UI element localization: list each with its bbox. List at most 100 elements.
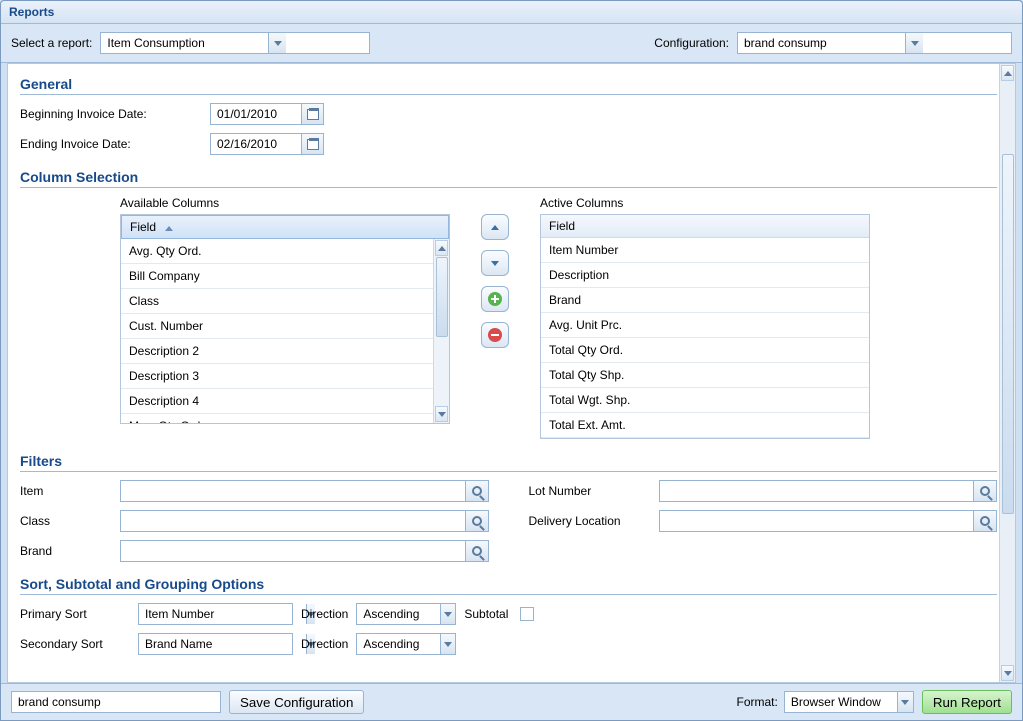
available-column-row[interactable]: Description 4	[121, 389, 433, 414]
report-select-arrow[interactable]	[268, 33, 286, 53]
config-name-input[interactable]	[11, 691, 221, 713]
available-column-row[interactable]: Max. Qty Ord.	[121, 414, 433, 423]
filter-class-field[interactable]	[120, 510, 489, 532]
secondary-sort-label: Secondary Sort	[20, 637, 130, 651]
secondary-direction-arrow[interactable]	[440, 634, 455, 654]
ending-date-input[interactable]	[211, 137, 301, 151]
content-scrollbar[interactable]	[999, 64, 1015, 682]
report-select[interactable]	[100, 32, 370, 54]
secondary-direction-field[interactable]	[356, 633, 456, 655]
filter-delivery-input[interactable]	[659, 510, 974, 532]
available-column-row[interactable]: Description 3	[121, 364, 433, 389]
format-select-arrow[interactable]	[897, 692, 913, 712]
subtotal-checkbox[interactable]	[520, 607, 534, 621]
primary-sort-field[interactable]	[138, 603, 293, 625]
move-up-button[interactable]	[481, 214, 509, 240]
filter-lot-field[interactable]	[659, 480, 998, 502]
chevron-down-icon	[911, 41, 919, 46]
beginning-date-picker-button[interactable]	[301, 104, 323, 124]
search-icon	[980, 516, 990, 526]
section-general: General	[20, 70, 997, 95]
secondary-sort-input[interactable]	[139, 634, 306, 654]
remove-column-button[interactable]	[481, 322, 509, 348]
active-column-row[interactable]: Description	[541, 263, 869, 288]
chevron-down-icon	[444, 642, 452, 647]
add-column-button[interactable]	[481, 286, 509, 312]
filter-lot-label: Lot Number	[529, 484, 659, 498]
format-label: Format:	[736, 695, 777, 709]
ending-date-picker-button[interactable]	[301, 134, 323, 154]
filter-brand-lookup-button[interactable]	[465, 540, 489, 562]
beginning-date-input[interactable]	[211, 107, 301, 121]
minus-icon	[488, 328, 502, 342]
active-column-row[interactable]: Total Ext. Amt.	[541, 413, 869, 438]
available-columns-scrollbar[interactable]	[433, 239, 449, 423]
available-column-row[interactable]: Avg. Qty Ord.	[121, 239, 433, 264]
scroll-down-button[interactable]	[435, 406, 448, 422]
search-icon	[980, 486, 990, 496]
available-columns-grid: Field Avg. Qty Ord.Bill CompanyClassCust…	[120, 214, 450, 424]
content-scroll-thumb[interactable]	[1002, 154, 1014, 514]
filter-class-input[interactable]	[120, 510, 465, 532]
available-column-row[interactable]: Description 2	[121, 339, 433, 364]
active-columns-field-header[interactable]: Field	[541, 215, 869, 238]
filter-class-lookup-button[interactable]	[465, 510, 489, 532]
secondary-sort-field[interactable]	[138, 633, 293, 655]
select-report-label: Select a report:	[11, 36, 100, 50]
filter-item-lookup-button[interactable]	[465, 480, 489, 502]
filter-delivery-lookup-button[interactable]	[973, 510, 997, 532]
active-column-row[interactable]: Avg. Unit Prc.	[541, 313, 869, 338]
section-filters: Filters	[20, 447, 997, 472]
active-column-row[interactable]: Brand	[541, 288, 869, 313]
beginning-date-label: Beginning Invoice Date:	[20, 107, 210, 121]
secondary-direction-input[interactable]	[357, 634, 440, 654]
run-report-button[interactable]: Run Report	[922, 690, 1012, 714]
format-select[interactable]	[784, 691, 914, 713]
reports-window: Reports Select a report: Configuration: …	[0, 0, 1023, 721]
calendar-icon	[307, 139, 319, 150]
configuration-select-input[interactable]	[738, 33, 905, 53]
filter-class-label: Class	[20, 514, 120, 528]
primary-direction-arrow[interactable]	[440, 604, 455, 624]
beginning-date-field[interactable]	[210, 103, 324, 125]
active-column-row[interactable]: Total Wgt. Shp.	[541, 388, 869, 413]
move-down-button[interactable]	[481, 250, 509, 276]
filter-lot-lookup-button[interactable]	[973, 480, 997, 502]
content-scroll-down[interactable]	[1001, 665, 1014, 681]
available-columns-label: Available Columns	[120, 196, 450, 210]
search-icon	[472, 486, 482, 496]
configuration-select-arrow[interactable]	[905, 33, 923, 53]
active-columns-label: Active Columns	[540, 196, 870, 210]
filter-item-input[interactable]	[120, 480, 465, 502]
filter-brand-input[interactable]	[120, 540, 465, 562]
scroll-up-button[interactable]	[435, 240, 448, 256]
active-column-row[interactable]: Item Number	[541, 238, 869, 263]
report-select-input[interactable]	[101, 33, 268, 53]
scroll-thumb[interactable]	[436, 257, 448, 337]
available-columns-field-header[interactable]: Field	[121, 215, 449, 239]
available-column-row[interactable]: Cust. Number	[121, 314, 433, 339]
section-columns: Column Selection	[20, 163, 997, 188]
chevron-down-icon	[274, 41, 282, 46]
format-select-input[interactable]	[785, 692, 897, 712]
filter-item-field[interactable]	[120, 480, 489, 502]
filter-brand-field[interactable]	[120, 540, 489, 562]
calendar-icon	[307, 109, 319, 120]
save-configuration-button[interactable]: Save Configuration	[229, 690, 364, 714]
chevron-down-icon	[1004, 671, 1012, 676]
available-column-row[interactable]: Bill Company	[121, 264, 433, 289]
primary-direction-input[interactable]	[357, 604, 440, 624]
primary-direction-field[interactable]	[356, 603, 456, 625]
filter-delivery-field[interactable]	[659, 510, 998, 532]
filter-lot-input[interactable]	[659, 480, 974, 502]
filter-brand-label: Brand	[20, 544, 120, 558]
active-column-row[interactable]: Total Qty Ord.	[541, 338, 869, 363]
ending-date-field[interactable]	[210, 133, 324, 155]
available-column-row[interactable]: Class	[121, 289, 433, 314]
active-column-row[interactable]: Total Qty Shp.	[541, 363, 869, 388]
primary-sort-input[interactable]	[139, 604, 306, 624]
active-columns-grid: Field Item NumberDescriptionBrandAvg. Un…	[540, 214, 870, 439]
content-scroll-up[interactable]	[1001, 65, 1014, 81]
chevron-down-icon	[444, 612, 452, 617]
configuration-select[interactable]	[737, 32, 1012, 54]
